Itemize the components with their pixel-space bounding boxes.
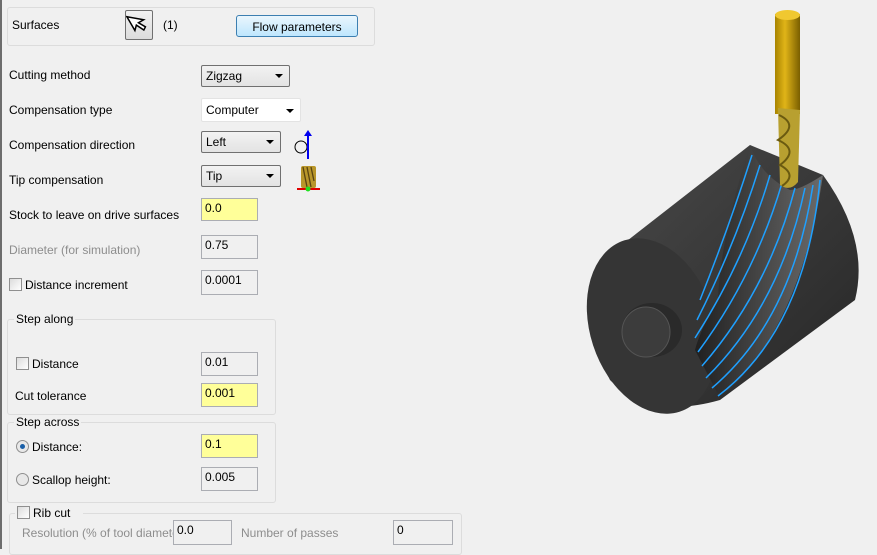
toolpath-preview (586, 10, 859, 414)
boss (621, 303, 682, 358)
